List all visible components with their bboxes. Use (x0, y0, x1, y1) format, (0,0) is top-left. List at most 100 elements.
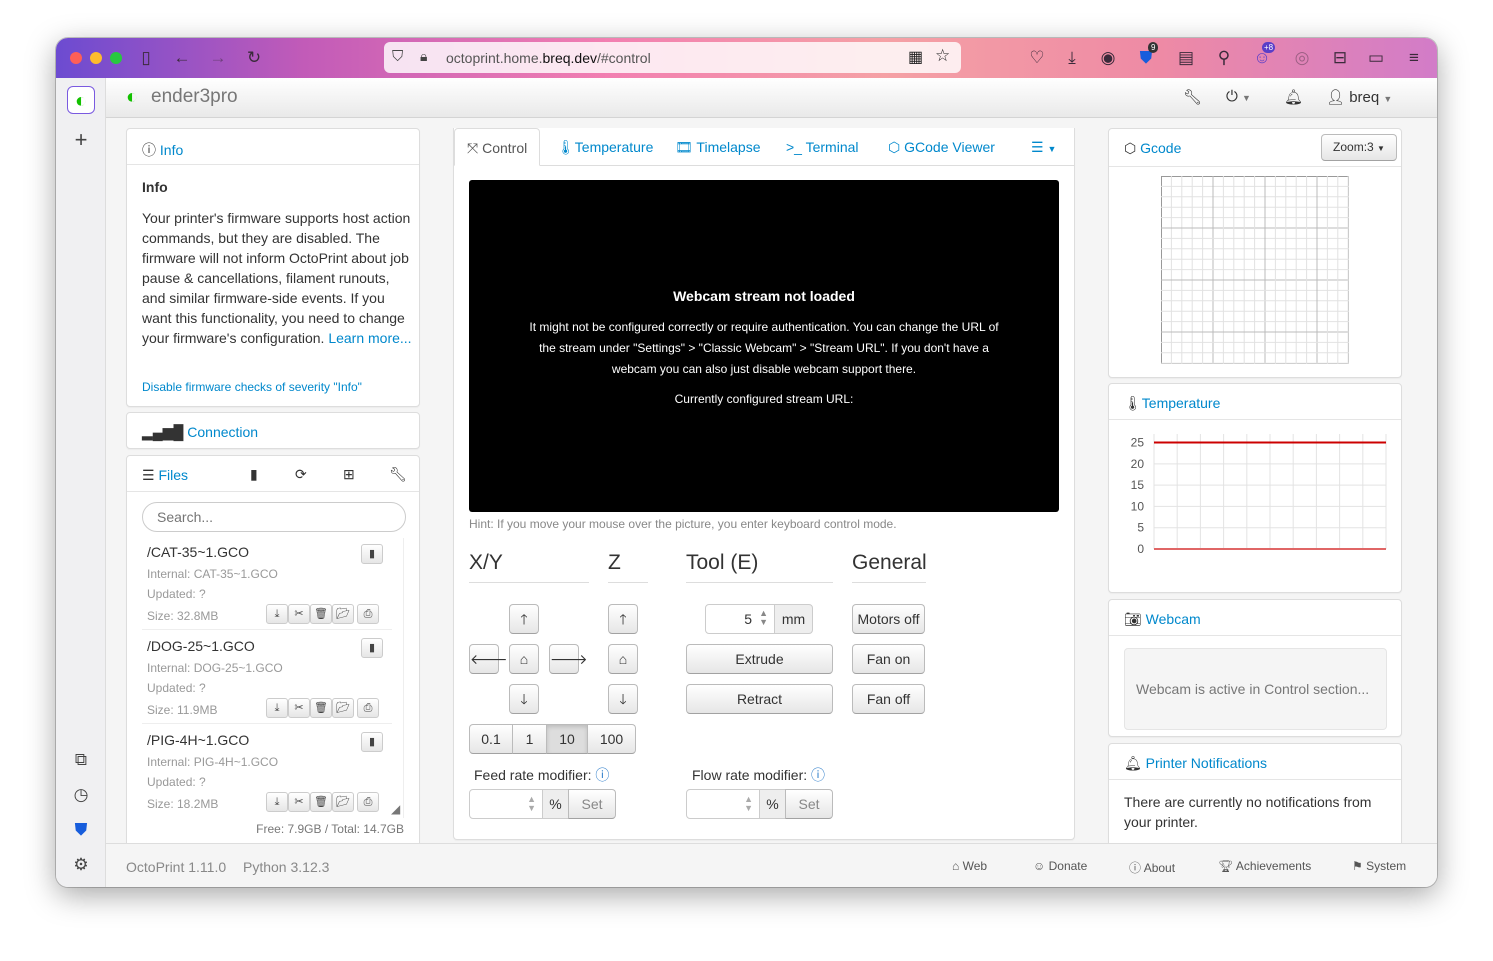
spinner-icon[interactable]: ▲ ▼ (744, 795, 753, 813)
footer-achievements-link[interactable]: 🏆︎ Achievements (1218, 859, 1311, 873)
flow-rate-set-button[interactable]: Set (785, 789, 833, 819)
extension-color-icon[interactable]: ◉ (1098, 48, 1118, 68)
learn-more-link[interactable]: Learn more... (328, 330, 411, 346)
history-icon[interactable]: ◷ (67, 781, 95, 809)
step-10-button[interactable]: 10 (546, 724, 588, 754)
temperature-header-link[interactable]: Temperature (1142, 395, 1221, 411)
slice-icon[interactable]: ✂ (288, 698, 310, 718)
temperature-chart[interactable]: 25 20 15 10 5 0 (1119, 429, 1394, 559)
user-menu[interactable]: 👤︎ breq ▼ (1326, 88, 1392, 106)
delete-icon[interactable]: 🗑︎ (310, 792, 332, 812)
extrude-amount-input[interactable]: 5 ▲ ▼ (705, 604, 775, 634)
feed-rate-input[interactable]: ▲ ▼ (469, 789, 543, 819)
brand-title[interactable]: ender3pro (151, 86, 238, 108)
file-name[interactable]: /PIG-4H~1.GCO (147, 732, 249, 748)
jog-x-left-button[interactable]: 🡐 (469, 644, 508, 674)
webcam-stream[interactable]: Webcam stream not loaded It might not be… (469, 180, 1059, 512)
footer-web-link[interactable]: ⌂ Web (952, 859, 987, 873)
retract-button[interactable]: Retract (686, 684, 833, 714)
download-icon[interactable]: ⤓ (266, 604, 288, 624)
files-search-input[interactable] (142, 502, 406, 532)
step-100-button[interactable]: 100 (587, 724, 636, 754)
menu-icon[interactable]: ≡ (1404, 48, 1424, 68)
print-icon[interactable]: ⎙ (357, 604, 379, 624)
info-circle-icon[interactable]: ⓘ (595, 767, 609, 783)
resize-handle-icon[interactable]: ◢ (391, 802, 400, 816)
disable-firmware-checks-link[interactable]: Disable firmware checks of severity "Inf… (142, 380, 362, 394)
slice-icon[interactable]: ✂ (288, 792, 310, 812)
info-header-link[interactable]: Info (160, 142, 183, 158)
slice-icon[interactable]: ✂ (288, 604, 310, 624)
tab-terminal[interactable]: >_ Terminal (774, 128, 871, 166)
gcode-header-link[interactable]: Gcode (1140, 140, 1181, 156)
file-item[interactable]: /CAT-35~1.GCO Internal: CAT-35~1.GCO Upd… (142, 538, 392, 630)
minimize-window-button[interactable] (90, 52, 102, 64)
flow-rate-input[interactable]: ▲ ▼ (686, 789, 760, 819)
zoom-dropdown[interactable]: Zoom:3 ▼ (1321, 134, 1397, 161)
extension-disabled-icon[interactable]: ◎ (1292, 48, 1312, 68)
bookmark-star-icon[interactable]: ☆ (935, 46, 950, 66)
power-menu-icon[interactable]: ⏻ ▼ (1226, 88, 1251, 105)
refresh-icon[interactable]: ⟳ (295, 466, 307, 483)
connection-panel-header[interactable]: ▂▄▆█ Connection (127, 413, 419, 449)
delete-icon[interactable]: 🗑︎ (310, 698, 332, 718)
bitwarden-icon[interactable]: ⛊ 9 (1136, 42, 1159, 68)
download-icon[interactable]: ⤓ (266, 792, 288, 812)
fan-on-button[interactable]: Fan on (852, 644, 925, 674)
temperature-panel-header[interactable]: 🌡︎Temperature (1109, 384, 1401, 420)
downloads-icon[interactable]: ⤓ (1062, 48, 1082, 68)
url-text[interactable]: octoprint.home.breq.dev/#control (446, 50, 651, 66)
jog-x-right-button[interactable]: 🡒 (549, 644, 588, 674)
files-header-link[interactable]: Files (158, 467, 188, 483)
synced-tabs-icon[interactable]: ⧉ (67, 746, 95, 774)
notifications-header-link[interactable]: Printer Notifications (1146, 755, 1267, 771)
file-item[interactable]: /DOG-25~1.GCO Internal: DOG-25~1.GCO Upd… (142, 632, 392, 724)
load-icon[interactable]: 📂︎ (332, 698, 354, 718)
tab-temperature[interactable]: 🌡︎Temperature (545, 128, 665, 166)
shield-icon[interactable]: ⛉ (392, 48, 403, 65)
jog-z-down-button[interactable]: 🡓 (608, 684, 638, 714)
webcam-header-link[interactable]: Webcam (1146, 611, 1201, 627)
url-bar[interactable]: ⛉ 🔒︎ octoprint.home.breq.dev/#control ▦ … (384, 42, 961, 73)
sidebar-toggle-icon[interactable]: ▯ (136, 48, 156, 68)
tab-control[interactable]: ⤧ Control (454, 128, 541, 166)
qr-code-icon[interactable]: ▦ (908, 47, 923, 67)
reader-icon[interactable]: ▤ (1176, 48, 1196, 68)
gcode-bed-grid[interactable] (1161, 176, 1349, 364)
bitwarden-sidebar-icon[interactable]: ⛊ (67, 816, 95, 844)
delete-icon[interactable]: 🗑︎ (310, 604, 332, 624)
back-icon[interactable]: ← (172, 48, 192, 68)
step-0.1-button[interactable]: 0.1 (469, 724, 513, 754)
forward-icon[interactable]: → (208, 48, 228, 68)
octoprint-tab-icon[interactable]: ◐ (67, 86, 95, 114)
tab-gcode-viewer[interactable]: ⬡ GCode Viewer (876, 128, 1007, 166)
file-name[interactable]: /CAT-35~1.GCO (147, 544, 249, 560)
files-wrench-icon[interactable]: 🔧︎ (389, 466, 407, 483)
info-circle-icon[interactable]: ⓘ (811, 767, 825, 783)
folder-tree-icon[interactable]: ⊞ (343, 466, 355, 483)
motors-off-button[interactable]: Motors off (852, 604, 925, 634)
extrude-button[interactable]: Extrude (686, 644, 833, 674)
maximize-window-button[interactable] (110, 52, 122, 64)
tab-timelapse[interactable]: 🎞︎ Timelapse (663, 128, 772, 166)
spinner-icon[interactable]: ▲ ▼ (527, 795, 536, 813)
notifications-bell-icon[interactable]: 🔔︎ (1284, 88, 1303, 106)
new-tab-plus-icon[interactable]: + (67, 126, 95, 154)
close-window-button[interactable] (70, 52, 82, 64)
home-z-button[interactable]: ⌂ (608, 644, 638, 674)
jog-z-up-button[interactable]: 🡑 (608, 604, 638, 634)
file-name[interactable]: /DOG-25~1.GCO (147, 638, 255, 654)
jog-y-down-button[interactable]: 🡓 (509, 684, 539, 714)
webcam-panel-header[interactable]: 📷︎ Webcam (1109, 600, 1401, 636)
container-icon[interactable]: ⊟ (1330, 48, 1350, 68)
reload-icon[interactable]: ↻ (244, 48, 264, 68)
pocket-icon[interactable]: ♡ (1027, 48, 1047, 68)
fan-off-button[interactable]: Fan off (852, 684, 925, 714)
download-icon[interactable]: ⤓ (266, 698, 288, 718)
extensions-icon[interactable]: ⚲ (1214, 48, 1234, 68)
extension-overflow-icon[interactable]: ☺ +8 (1252, 42, 1276, 68)
load-icon[interactable]: 📂︎ (332, 792, 354, 812)
sidebar-icon[interactable]: ▭ (1366, 48, 1386, 68)
sd-card-icon[interactable]: ▮ (250, 466, 258, 483)
settings-wrench-icon[interactable]: 🔧︎ (1183, 88, 1202, 106)
